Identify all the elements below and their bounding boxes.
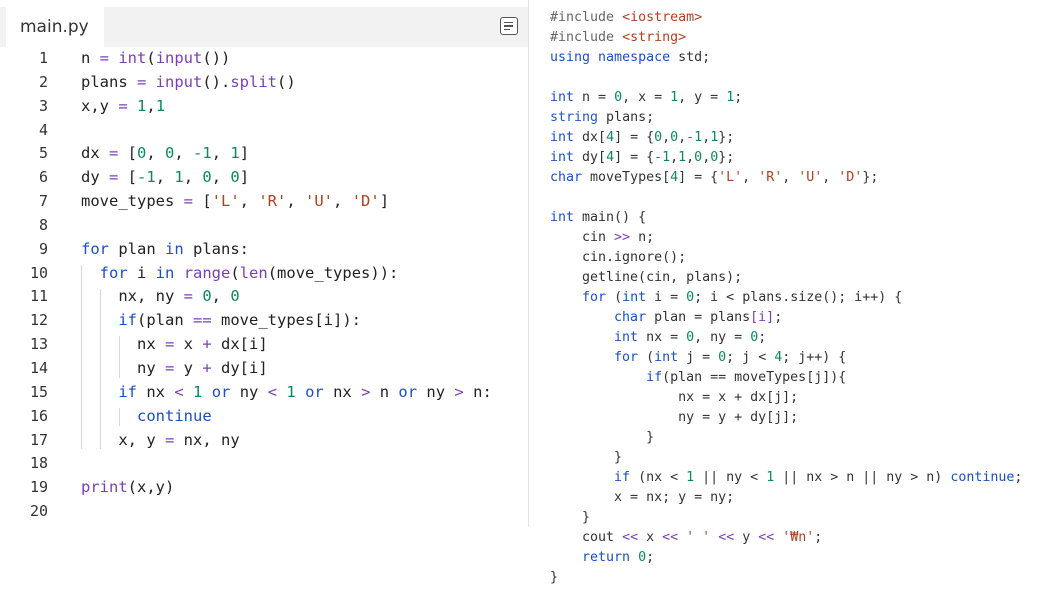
cpp-code-line — [550, 188, 1035, 208]
cpp-code-block: #include <iostream> #include <string> usin… — [550, 8, 1035, 588]
line-number: 19 — [29, 478, 48, 497]
line-number: 17 — [29, 430, 48, 449]
cpp-code-line — [550, 68, 1035, 88]
editor-tab-bar: main.py — [0, 7, 528, 47]
python-code-area[interactable]: 1 n = int(input()) 2 plans = input().split(… — [0, 47, 528, 524]
line-number: 9 — [38, 239, 48, 258]
code-text: n = int(input()) — [81, 49, 231, 67]
code-line[interactable]: 13 nx = x + dx[i] — [0, 333, 528, 357]
cpp-code-line: int dx[4] = {0,0,-1,1}; — [550, 130, 735, 145]
cpp-code-line: ny = y + dy[j]; — [550, 410, 799, 425]
line-number: 4 — [38, 120, 48, 139]
code-text: move_types = ['L', 'R', 'U', 'D'] — [81, 192, 390, 211]
code-line[interactable]: 8 — [0, 214, 528, 238]
code-text: plans = input().split() — [81, 72, 296, 91]
code-line[interactable]: 11 nx, ny = 0, 0 — [0, 285, 528, 309]
line-number: 16 — [29, 406, 48, 425]
code-text: x,y = 1,1 — [81, 96, 166, 115]
cpp-code-line: return 0; — [582, 550, 655, 565]
cpp-code-line: cin >> n; — [550, 230, 655, 245]
menu-icon[interactable] — [500, 17, 518, 35]
code-line[interactable]: 19 print(x,y) — [0, 476, 528, 500]
cpp-code-line: if (nx < 1 || ny < 1 || nx > n || ny > n… — [614, 470, 1023, 485]
line-number: 3 — [38, 96, 48, 115]
code-line[interactable]: 17 x, y = nx, ny — [0, 429, 528, 453]
code-text: print(x,y) — [81, 478, 175, 497]
line-number: 20 — [29, 502, 48, 521]
code-line[interactable]: 7 move_types = ['L', 'R', 'U', 'D'] — [0, 190, 528, 214]
python-editor-panel: main.py 1 n = int(input()) 2 plans = input(… — [0, 0, 529, 527]
cpp-code-line: } — [550, 570, 559, 585]
code-text: nx = x + dx[i] — [81, 335, 268, 354]
cpp-code-line: string plans; — [550, 110, 655, 125]
code-line[interactable]: 16 continue — [0, 405, 528, 429]
code-text: ny = y + dy[i] — [81, 358, 268, 377]
code-text: dy = [-1, 1, 0, 0] — [81, 168, 250, 187]
cpp-code-line: getline(cin, plans); — [550, 270, 743, 285]
code-line[interactable]: 4 — [0, 119, 528, 143]
line-number: 6 — [38, 168, 48, 187]
code-text: for plan in plans: — [81, 239, 250, 258]
code-text: if nx < 1 or ny < 1 or nx > n or ny > n: — [118, 382, 492, 401]
indent-guide — [119, 336, 120, 378]
cpp-code-line: } — [550, 450, 623, 465]
code-text: if(plan == move_types[i]): — [118, 311, 361, 330]
cpp-code-line: char moveTypes[4] = {'L', 'R', 'U', 'D'}… — [550, 170, 879, 185]
line-number: 11 — [29, 287, 48, 306]
code-line[interactable]: 14 ny = y + dy[i] — [0, 357, 528, 381]
cpp-code-line: int main() { — [550, 210, 647, 225]
line-number: 5 — [38, 144, 48, 163]
line-number: 13 — [29, 335, 48, 354]
code-line[interactable]: 3 x,y = 1,1 — [0, 95, 528, 119]
cpp-code-line: int n = 0, x = 1, y = 1; — [550, 90, 743, 105]
line-number: 2 — [38, 72, 48, 91]
cpp-code-line: for (int j = 0; j < 4; j++) { — [614, 350, 847, 365]
indent-guide — [119, 407, 120, 426]
cpp-code-line: #include <iostream> — [550, 10, 703, 25]
tab-main-py[interactable]: main.py — [6, 7, 104, 47]
cpp-code-line: char plan = plans[i]; — [614, 310, 783, 325]
code-line[interactable]: 18 — [0, 452, 528, 476]
code-text: nx, ny = 0, 0 — [81, 287, 240, 306]
line-number: 10 — [29, 263, 48, 282]
code-line[interactable]: 20 — [0, 500, 528, 524]
cpp-code-line: int nx = 0, ny = 0; — [614, 330, 767, 345]
code-line[interactable]: 5 dx = [0, 0, -1, 1] — [0, 142, 528, 166]
code-line[interactable]: 12 if(plan == move_types[i]): — [0, 309, 528, 333]
cpp-code-line: #include <string> — [550, 30, 687, 45]
code-text: dx = [0, 0, -1, 1] — [81, 144, 250, 163]
line-number: 18 — [29, 454, 48, 473]
cpp-code-line: cout << x << ' ' << y << '₩n'; — [550, 530, 823, 545]
cpp-code-line: int dy[4] = {-1,1,0,0}; — [550, 150, 735, 165]
code-line[interactable]: 6 dy = [-1, 1, 0, 0] — [0, 166, 528, 190]
cpp-code-line: if(plan == moveTypes[j]){ — [646, 370, 847, 385]
cpp-code-line: using namespace std; — [550, 50, 711, 65]
line-number: 1 — [38, 49, 48, 67]
code-text: x, y = nx, ny — [81, 430, 240, 449]
line-number: 14 — [29, 358, 48, 377]
code-line[interactable]: 15 if nx < 1 or ny < 1 or nx > n or ny >… — [0, 381, 528, 405]
line-number: 12 — [29, 311, 48, 330]
code-line[interactable]: 9 for plan in plans: — [0, 238, 528, 262]
line-number: 7 — [38, 192, 48, 211]
cpp-code-line: } — [550, 430, 655, 445]
cpp-code-line: x = nx; y = ny; — [550, 490, 735, 505]
indent-guide — [81, 264, 82, 450]
code-line[interactable]: 1 n = int(input()) — [0, 47, 528, 71]
line-number: 8 — [38, 215, 48, 234]
cpp-code-line: for (int i = 0; i < plans.size(); i++) { — [582, 290, 903, 305]
code-line[interactable]: 10 for i in range(len(move_types)): — [0, 262, 528, 286]
cpp-code-line: cin.ignore(); — [550, 250, 687, 265]
code-line[interactable]: 2 plans = input().split() — [0, 71, 528, 95]
cpp-code-line: nx = x + dx[j]; — [550, 390, 799, 405]
cpp-code-line: } — [550, 510, 591, 525]
line-number: 15 — [29, 382, 48, 401]
indent-guide — [100, 288, 101, 450]
code-text: for i in range(len(move_types)): — [99, 263, 399, 282]
